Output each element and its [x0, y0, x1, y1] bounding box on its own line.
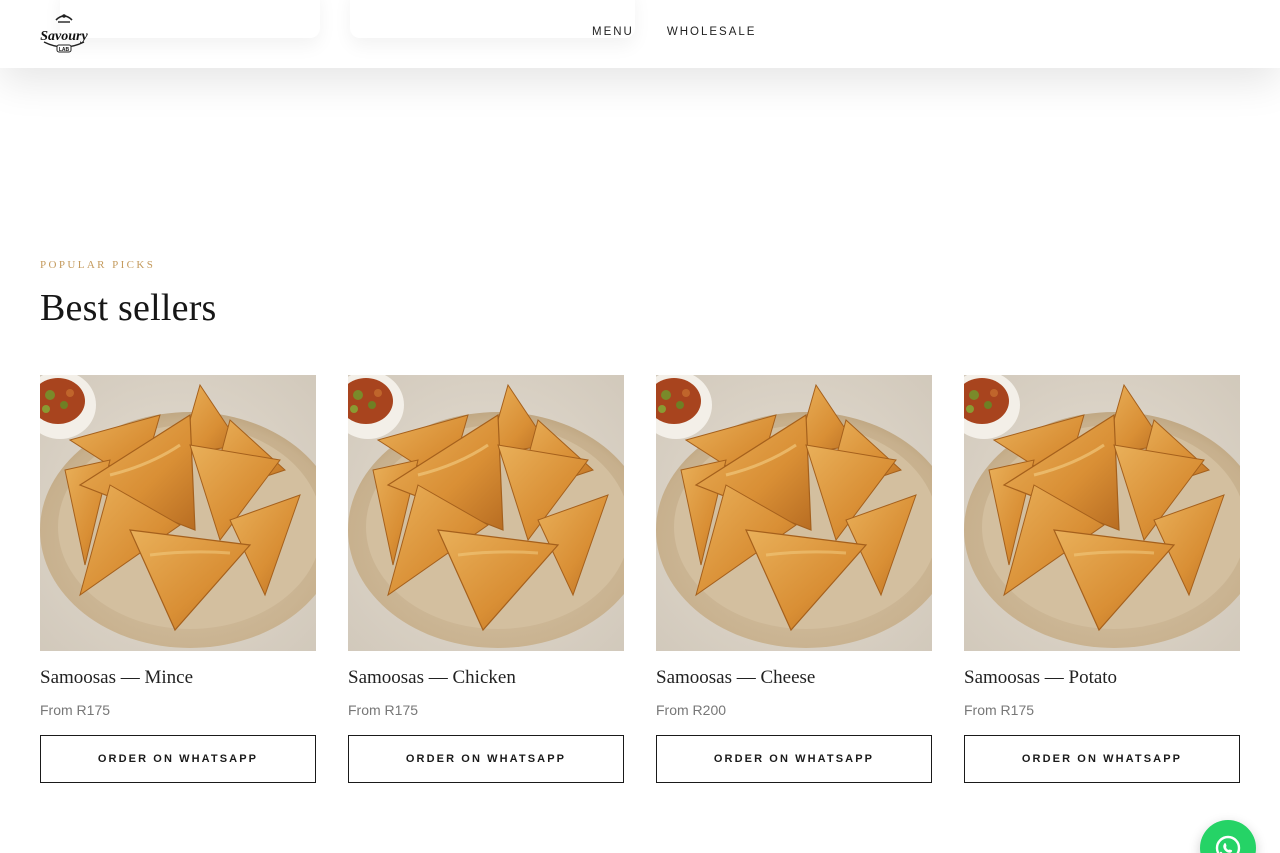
product-card: Samoosas — Chicken From R175 ORDER ON WH…: [348, 375, 624, 783]
order-whatsapp-button[interactable]: ORDER ON WHATSAPP: [348, 735, 624, 783]
header-shadow-panel: [60, 0, 320, 38]
product-price: From R175: [40, 702, 111, 718]
product-name[interactable]: Samoosas — Cheese: [656, 667, 932, 691]
product-image-samoosas-mince[interactable]: [40, 375, 316, 651]
product-image-samoosas-chicken[interactable]: [348, 375, 624, 651]
product-image-samoosas-cheese[interactable]: [656, 375, 932, 651]
site-header: Savoury LAB MENU WHOLESALE: [0, 0, 1280, 68]
product-card: Samoosas — Mince From R175 ORDER ON WHAT…: [40, 375, 316, 783]
whatsapp-icon: [1215, 835, 1241, 853]
order-whatsapp-button[interactable]: ORDER ON WHATSAPP: [964, 735, 1240, 783]
product-price: From R175: [348, 702, 419, 718]
svg-text:LAB: LAB: [59, 47, 70, 53]
section-eyebrow: POPULAR PICKS: [40, 259, 156, 271]
savoury-lab-logo[interactable]: Savoury LAB: [38, 12, 90, 56]
order-whatsapp-button[interactable]: ORDER ON WHATSAPP: [656, 735, 932, 783]
product-card: Samoosas — Potato From R175 ORDER ON WHA…: [964, 375, 1240, 783]
product-name[interactable]: Samoosas — Chicken: [348, 667, 624, 691]
product-grid: Samoosas — Mince From R175 ORDER ON WHAT…: [40, 375, 1240, 783]
nav-link-wholesale[interactable]: WHOLESALE: [667, 26, 757, 38]
product-card: Samoosas — Cheese From R200 ORDER ON WHA…: [656, 375, 932, 783]
product-name[interactable]: Samoosas — Potato: [964, 667, 1240, 691]
section-title: Best sellers: [40, 287, 217, 329]
product-price: From R200: [656, 702, 727, 718]
product-name[interactable]: Samoosas — Mince: [40, 667, 316, 691]
order-whatsapp-button[interactable]: ORDER ON WHATSAPP: [40, 735, 316, 783]
main-nav: MENU WHOLESALE: [592, 26, 756, 38]
product-price: From R175: [964, 702, 1035, 718]
product-image-samoosas-potato[interactable]: [964, 375, 1240, 651]
svg-text:Savoury: Savoury: [40, 29, 88, 44]
nav-link-menu[interactable]: MENU: [592, 26, 634, 38]
whatsapp-floating-button[interactable]: [1200, 820, 1256, 853]
